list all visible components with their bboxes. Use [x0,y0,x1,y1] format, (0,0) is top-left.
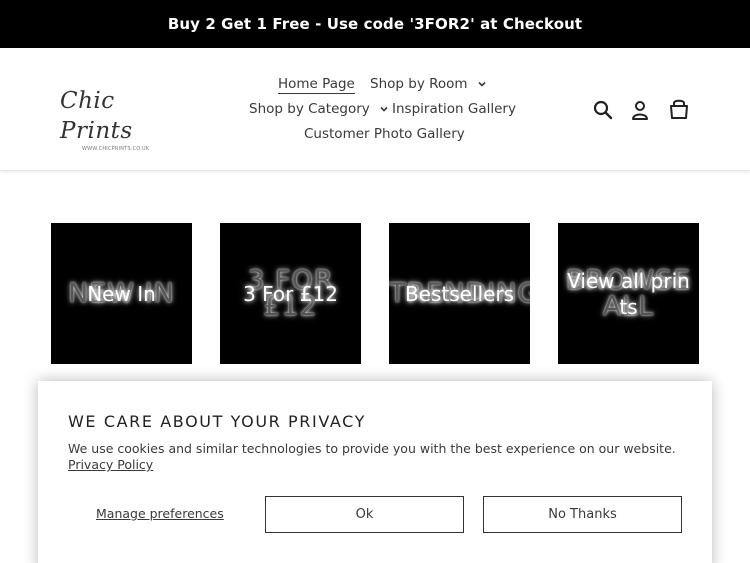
nav-shop-by-category[interactable]: Shop by Category [249,101,388,117]
ok-button[interactable]: Ok [265,496,464,533]
cart-icon[interactable] [668,98,690,120]
tile-label: 3 For £12 [243,281,338,306]
logo-subtext: WWW.CHICPRINTS.CO.UK [82,146,150,152]
announcement-text: Buy 2 Get 1 Free - Use code '3FOR2' at C… [167,15,583,33]
tile-label: New In [87,281,156,306]
collection-tile-view-all-prints[interactable]: BROWSE ALL View all prints [558,223,699,364]
account-icon[interactable] [629,99,651,121]
no-thanks-button[interactable]: No Thanks [483,496,682,533]
logo[interactable]: Chic Prints WWW.CHICPRINTS.CO.UK [60,86,164,152]
nav-home-page[interactable]: Home Page [278,76,355,94]
privacy-title: WE CARE ABOUT YOUR PRIVACY [68,412,366,431]
nav-customer-photo-gallery[interactable]: Customer Photo Gallery [304,126,465,142]
tile-label: View all prints [567,268,690,319]
logo-script: Chic Prints [60,88,133,144]
nav-shop-by-room-label: Shop by Room [370,76,468,92]
manage-preferences-link[interactable]: Manage preferences [96,506,224,521]
nav-shop-by-category-label: Shop by Category [249,101,370,117]
cookie-consent-banner: WE CARE ABOUT YOUR PRIVACY We use cookie… [38,381,712,563]
privacy-policy-link[interactable]: Privacy Policy [68,457,153,472]
collection-tile-new-in[interactable]: NEW IN New In [51,223,192,364]
collection-tile-3-for-12[interactable]: 3 FOR £12 3 For £12 [220,223,361,364]
site-header: Chic Prints WWW.CHICPRINTS.CO.UK Home Pa… [0,48,750,171]
chevron-down-icon [478,81,486,87]
collection-tile-bestsellers[interactable]: TRENDING Bestsellers [389,223,530,364]
privacy-text: We use cookies and similar technologies … [68,441,676,456]
tile-label: Bestsellers [404,281,515,306]
nav-shop-by-room[interactable]: Shop by Room [370,76,486,92]
search-icon[interactable] [592,99,614,121]
chevron-down-icon [380,106,388,112]
announcement-bar: Buy 2 Get 1 Free - Use code '3FOR2' at C… [0,0,750,48]
nav-inspiration-gallery[interactable]: Inspiration Gallery [392,101,516,117]
